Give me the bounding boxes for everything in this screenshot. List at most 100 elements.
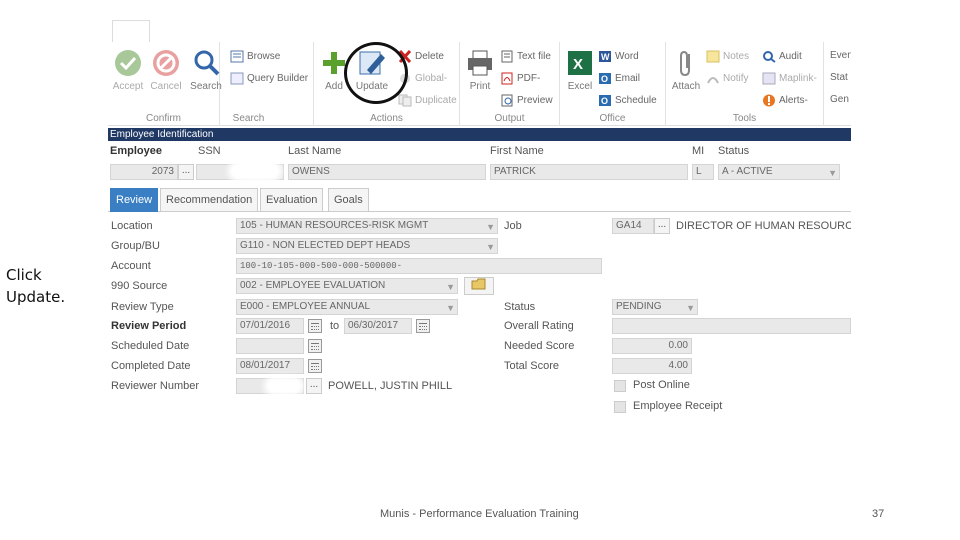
attach-button[interactable]: Attach: [666, 48, 706, 92]
duplicate-button[interactable]: Duplicate: [398, 94, 457, 112]
browse-button[interactable]: Browse: [230, 50, 280, 68]
completed-date-field[interactable]: 08/01/2017: [236, 358, 304, 374]
post-online-label: Post Online: [633, 379, 690, 391]
last-name-field[interactable]: OWENS: [288, 164, 486, 180]
query-builder-button[interactable]: Query Builder: [230, 72, 308, 90]
calendar-icon[interactable]: [308, 359, 322, 373]
cancel-icon: [151, 48, 181, 78]
maplink-icon: [762, 72, 776, 85]
ssn-redaction: [232, 164, 278, 178]
notify-label: Notify: [723, 73, 749, 85]
calendar-icon[interactable]: [416, 319, 430, 333]
scheduled-date-field[interactable]: [236, 338, 304, 354]
window-tab[interactable]: [112, 20, 150, 42]
pdf-label: PDF-: [517, 73, 541, 85]
general-button[interactable]: Gen: [830, 94, 849, 112]
maplink-button[interactable]: Maplink-: [762, 72, 817, 90]
mi-field[interactable]: L: [692, 164, 714, 180]
page-number: 37: [872, 508, 885, 520]
notes-button[interactable]: Notes: [706, 50, 749, 68]
word-icon: W: [598, 50, 612, 63]
account-label: Account: [111, 260, 151, 272]
total-score-label: Total Score: [504, 360, 560, 372]
job-title: DIRECTOR OF HUMAN RESOURCE: [676, 220, 851, 232]
word-label: Word: [615, 51, 639, 63]
post-online-checkbox[interactable]: [614, 380, 626, 392]
folder-open-button[interactable]: [464, 277, 494, 295]
email-icon: O: [598, 72, 612, 85]
total-score-field[interactable]: 4.00: [612, 358, 692, 374]
notify-button[interactable]: Notify: [706, 72, 749, 90]
group-label-office: Office: [599, 113, 626, 124]
calendar-icon[interactable]: [308, 319, 322, 333]
query-builder-label: Query Builder: [247, 73, 309, 85]
pdf-icon: [500, 72, 514, 85]
search-label: Search: [190, 81, 222, 92]
word-button[interactable]: W Word: [598, 50, 639, 68]
email-button[interactable]: O Email: [598, 72, 640, 90]
job-code-field[interactable]: GA14: [612, 218, 654, 234]
needed-score-field[interactable]: 0.00: [612, 338, 692, 354]
chevron-down-icon: ▼: [446, 303, 455, 313]
group-bu-dropdown[interactable]: G110 - NON ELECTED DEPT HEADS ▼: [236, 238, 498, 254]
employee-label: Employee: [110, 145, 162, 157]
tab-goals[interactable]: Goals: [328, 188, 369, 212]
job-lookup-button[interactable]: ...: [654, 218, 670, 234]
add-label: Add: [325, 81, 343, 92]
audit-icon: [762, 50, 776, 63]
status-label: Status: [718, 145, 750, 157]
source-990-dropdown[interactable]: 002 - EMPLOYEE EVALUATION ▼: [236, 278, 458, 294]
ribbon-group-output: Print Text file PDF- Preview Output: [460, 42, 560, 126]
tab-evaluation[interactable]: Evaluation: [260, 188, 324, 212]
review-period-from-field[interactable]: 07/01/2016: [236, 318, 304, 334]
print-label: Print: [469, 81, 491, 92]
global-label: Global-: [415, 73, 448, 85]
calendar-icon[interactable]: [308, 339, 322, 353]
location-dropdown[interactable]: 105 - HUMAN RESOURCES-RISK MGMT ▼: [236, 218, 498, 234]
cancel-label: Cancel: [150, 81, 182, 92]
alert-icon: [762, 94, 776, 107]
form-tabs: Review Recommendation Evaluation Goals: [108, 188, 851, 212]
print-button[interactable]: Print: [460, 48, 500, 92]
employee-lookup-button[interactable]: ...: [178, 164, 194, 180]
audit-button[interactable]: Audit: [762, 50, 802, 68]
reviewer-lookup-button[interactable]: ...: [306, 378, 322, 394]
excel-icon: X: [565, 48, 595, 78]
accept-button[interactable]: Accept: [108, 48, 148, 92]
preview-icon: [500, 94, 514, 107]
notes-label: Notes: [723, 51, 750, 63]
source-990-value: 002 - EMPLOYEE EVALUATION: [240, 280, 386, 291]
excel-button[interactable]: X Excel: [560, 48, 600, 92]
schedule-icon: O: [598, 94, 612, 107]
status-dropdown[interactable]: A - ACTIVE ▼: [718, 164, 840, 180]
chevron-down-icon: ▼: [486, 242, 495, 252]
account-field[interactable]: 100-10-105-000-500-000-500000-: [236, 258, 602, 274]
employee-receipt-checkbox[interactable]: [614, 401, 626, 413]
alerts-label: Alerts-: [779, 95, 808, 107]
text-file-button[interactable]: Text file: [500, 50, 551, 68]
reviewer-number-redaction: [268, 380, 300, 392]
accept-label: Accept: [112, 81, 144, 92]
cancel-button[interactable]: Cancel: [146, 48, 186, 92]
employee-number-field[interactable]: 2073: [110, 164, 178, 180]
review-period-to-field[interactable]: 06/30/2017: [344, 318, 412, 334]
review-type-dropdown[interactable]: E000 - EMPLOYEE ANNUAL ▼: [236, 299, 458, 315]
job-label: Job: [504, 220, 522, 232]
pdf-button[interactable]: PDF-: [500, 72, 540, 90]
review-status-dropdown[interactable]: PENDING ▼: [612, 299, 698, 315]
review-status-value: PENDING: [616, 301, 662, 312]
tab-recommendation[interactable]: Recommendation: [160, 188, 259, 212]
first-name-field[interactable]: PATRICK: [490, 164, 688, 180]
browse-icon: [230, 50, 244, 63]
tab-review[interactable]: Review: [110, 188, 159, 212]
schedule-button[interactable]: O Schedule: [598, 94, 657, 112]
events-button[interactable]: Even: [830, 50, 851, 68]
review-type-value: E000 - EMPLOYEE ANNUAL: [240, 301, 371, 312]
alerts-button[interactable]: Alerts-: [762, 94, 808, 112]
overall-rating-field[interactable]: [612, 318, 851, 334]
status-button[interactable]: Stat: [830, 72, 848, 90]
preview-button[interactable]: Preview: [500, 94, 553, 112]
search-button[interactable]: Search: [186, 48, 226, 92]
footer-title: Munis - Performance Evaluation Training: [380, 508, 579, 520]
delete-label: Delete: [415, 51, 444, 63]
